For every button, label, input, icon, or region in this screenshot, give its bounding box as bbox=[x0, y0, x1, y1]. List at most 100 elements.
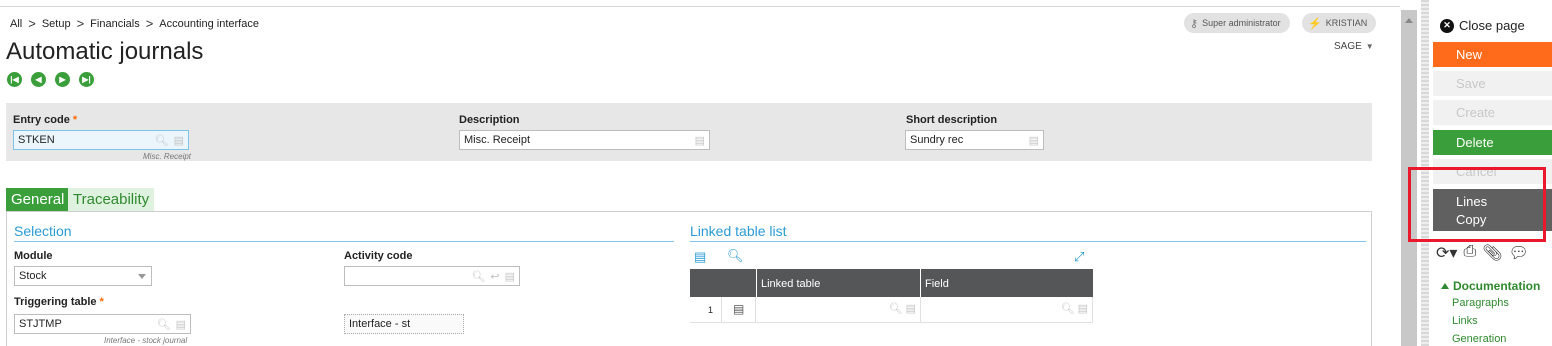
search-icon[interactable]: 🔍︎ bbox=[727, 248, 744, 264]
doc-link-paragraphs[interactable]: Paragraphs bbox=[1452, 297, 1509, 309]
description-value: Misc. Receipt bbox=[464, 134, 531, 146]
top-divider bbox=[0, 6, 1400, 7]
triggering-table-label: Triggering table * bbox=[14, 296, 104, 308]
breadcrumb-accounting-interface: Accounting interface bbox=[159, 17, 259, 30]
highlight-box bbox=[1408, 167, 1546, 242]
doc-link-links[interactable]: Links bbox=[1452, 315, 1478, 327]
first-record-icon[interactable]: |◀ bbox=[7, 72, 22, 87]
entry-code-field[interactable]: STKEN 🔍︎ ▤ bbox=[13, 130, 189, 150]
detail-icon[interactable]: ▤ bbox=[695, 134, 705, 147]
tab-traceability[interactable]: Traceability bbox=[68, 188, 155, 212]
grid-view-icon[interactable]: ▤ bbox=[694, 249, 706, 265]
new-button[interactable]: New bbox=[1433, 42, 1552, 67]
triggering-table-field[interactable]: STJTMP 🔍︎ ▤ bbox=[14, 314, 191, 334]
search-icon[interactable]: 🔍︎ bbox=[471, 270, 485, 283]
selection-divider bbox=[14, 241, 674, 242]
save-button[interactable]: Save bbox=[1433, 71, 1552, 96]
detail-icon[interactable]: ▤ bbox=[176, 318, 186, 331]
module-label: Module bbox=[14, 250, 53, 262]
module-select[interactable]: Stock bbox=[14, 266, 152, 286]
breadcrumb: All > Setup > Financials > Accounting in… bbox=[10, 16, 259, 31]
interface-text: Interface - st bbox=[349, 318, 411, 330]
table-row-linked-table-cell[interactable]: 🔍︎ ▤ bbox=[756, 297, 921, 323]
table-row-number: 1 bbox=[690, 297, 722, 323]
role-label: Super administrator bbox=[1202, 18, 1281, 28]
breadcrumb-all[interactable]: All bbox=[10, 18, 22, 30]
triggering-table-value: STJTMP bbox=[19, 318, 62, 330]
last-record-icon[interactable]: ▶| bbox=[79, 72, 94, 87]
detail-icon[interactable]: ▤ bbox=[174, 134, 184, 147]
dropdown-arrow-icon bbox=[138, 274, 146, 279]
create-button[interactable]: Create bbox=[1433, 100, 1552, 125]
delete-button[interactable]: Delete bbox=[1433, 130, 1552, 155]
arrow-up-icon bbox=[1405, 17, 1413, 23]
description-label: Description bbox=[459, 114, 520, 126]
record-navigation: |◀ ◀ ▶ ▶| bbox=[7, 72, 94, 87]
close-page-label: Close page bbox=[1459, 18, 1525, 33]
print-icon[interactable]: ⎙ bbox=[1463, 243, 1476, 263]
tab-divider bbox=[6, 211, 1372, 212]
search-icon[interactable]: 🔍︎ bbox=[157, 318, 171, 331]
entry-code-hint: Misc. Receipt bbox=[143, 152, 192, 161]
description-field[interactable]: Misc. Receipt ▤ bbox=[459, 130, 710, 150]
scroll-up-button[interactable] bbox=[1401, 10, 1417, 30]
detail-icon[interactable]: ▤ bbox=[505, 270, 515, 283]
clear-icon[interactable]: ↩ bbox=[490, 270, 499, 283]
collapse-icon bbox=[1441, 283, 1449, 289]
caret-down-icon: ▼ bbox=[1365, 42, 1374, 51]
refresh-icon[interactable]: ⟳▾ bbox=[1436, 243, 1457, 263]
detail-icon[interactable]: ▤ bbox=[733, 302, 744, 316]
chevron-right-icon: > bbox=[145, 16, 154, 31]
detail-icon[interactable]: ▤ bbox=[1029, 134, 1039, 147]
interface-readonly-field: Interface - st bbox=[344, 314, 464, 334]
page: All > Setup > Financials > Accounting in… bbox=[0, 0, 1552, 346]
grid-header-field[interactable]: Field bbox=[921, 269, 1093, 297]
module-value: Stock bbox=[19, 270, 47, 282]
table-row-detail[interactable]: ▤ bbox=[722, 297, 756, 323]
triggering-table-hint: Interface - stock journal bbox=[104, 336, 188, 345]
toolbar-icons: ⟳▾ ⎙ 📎︎ 💬︎ bbox=[1436, 243, 1529, 263]
short-description-label: Short description bbox=[906, 114, 998, 126]
entry-code-value: STKEN bbox=[18, 134, 55, 146]
tab-general[interactable]: General bbox=[6, 188, 70, 212]
breadcrumb-financials[interactable]: Financials bbox=[90, 18, 140, 30]
selection-title: Selection bbox=[14, 223, 72, 239]
previous-record-icon[interactable]: ◀ bbox=[31, 72, 46, 87]
folder-label: SAGE bbox=[1334, 41, 1362, 52]
chevron-right-icon: > bbox=[28, 16, 36, 31]
grid-header-linked-table[interactable]: Linked table bbox=[757, 269, 920, 297]
table-row-field-cell[interactable]: 🔍︎ ▤ bbox=[921, 297, 1093, 323]
plug-icon: ⚡ bbox=[1308, 17, 1322, 30]
user-pill[interactable]: ⚡ KRISTIAN bbox=[1302, 13, 1377, 33]
tab-content bbox=[6, 211, 1372, 346]
close-page-button[interactable]: ✕ Close page bbox=[1440, 18, 1525, 33]
attachment-icon[interactable]: 📎︎ bbox=[1482, 243, 1502, 263]
documentation-section[interactable]: Documentation bbox=[1441, 279, 1540, 293]
activity-code-field[interactable]: 🔍︎ ↩ ▤ bbox=[344, 266, 520, 286]
chevron-right-icon: > bbox=[76, 16, 85, 31]
doc-link-generation[interactable]: Generation bbox=[1452, 333, 1506, 345]
linked-table-divider bbox=[690, 241, 1366, 242]
short-description-field[interactable]: Sundry rec ▤ bbox=[905, 130, 1044, 150]
breadcrumb-setup[interactable]: Setup bbox=[42, 18, 71, 30]
comment-icon[interactable]: 💬︎ bbox=[1509, 243, 1529, 263]
search-icon[interactable]: 🔍︎ ▤ bbox=[1061, 302, 1088, 315]
search-icon[interactable]: 🔍︎ ▤ bbox=[889, 302, 916, 315]
grid-header-select bbox=[690, 269, 756, 297]
documentation-title: Documentation bbox=[1453, 279, 1541, 293]
key-icon: ⚷ bbox=[1190, 17, 1199, 30]
short-description-value: Sundry rec bbox=[910, 134, 964, 146]
expand-icon[interactable]: ⤢ bbox=[1074, 249, 1084, 265]
entry-code-label: Entry code * bbox=[13, 114, 78, 126]
linked-table-list-title: Linked table list bbox=[690, 223, 787, 239]
role-pill[interactable]: ⚷ Super administrator bbox=[1184, 13, 1290, 33]
activity-code-label: Activity code bbox=[344, 250, 413, 262]
user-label: KRISTIAN bbox=[1325, 18, 1368, 28]
page-title: Automatic journals bbox=[6, 38, 204, 65]
close-icon: ✕ bbox=[1440, 18, 1454, 33]
next-record-icon[interactable]: ▶ bbox=[55, 72, 70, 87]
folder-selector[interactable]: SAGE ▼ bbox=[1334, 41, 1374, 52]
required-asterisk-icon: * bbox=[99, 296, 104, 308]
search-icon[interactable]: 🔍︎ bbox=[155, 134, 169, 147]
required-asterisk-icon: * bbox=[72, 114, 78, 126]
